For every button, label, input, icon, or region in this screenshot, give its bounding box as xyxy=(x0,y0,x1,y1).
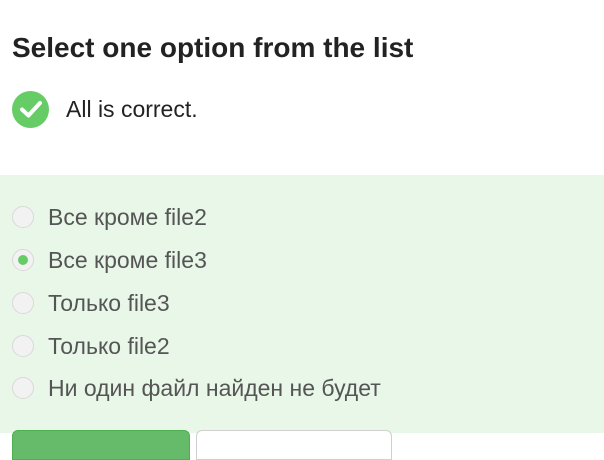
radio-button[interactable] xyxy=(12,249,34,271)
radio-button[interactable] xyxy=(12,335,34,357)
option-label[interactable]: Только file2 xyxy=(48,333,170,360)
options-panel: Все кроме file2 Все кроме file3 Только f… xyxy=(0,175,604,460)
option-item[interactable]: Все кроме file2 xyxy=(0,197,604,237)
option-label[interactable]: Все кроме file2 xyxy=(48,204,207,231)
option-label[interactable]: Только file3 xyxy=(48,290,170,317)
radio-button[interactable] xyxy=(12,292,34,314)
radio-selected-dot xyxy=(18,255,28,265)
option-label[interactable]: Все кроме file3 xyxy=(48,247,207,274)
check-circle-icon xyxy=(12,90,49,128)
option-item[interactable]: Только file3 xyxy=(0,283,604,323)
feedback-status: All is correct. xyxy=(12,90,198,128)
radio-button[interactable] xyxy=(12,206,34,228)
option-item[interactable]: Все кроме file3 xyxy=(0,240,604,280)
option-item[interactable]: Ни один файл найден не будет xyxy=(0,368,604,408)
feedback-text: All is correct. xyxy=(66,95,198,122)
option-label[interactable]: Ни один файл найден не будет xyxy=(48,375,381,402)
page-title: Select one option from the list xyxy=(12,32,414,63)
option-item[interactable]: Только file2 xyxy=(0,326,604,366)
submit-button[interactable] xyxy=(12,430,190,460)
radio-button[interactable] xyxy=(12,377,34,399)
secondary-button[interactable] xyxy=(196,430,392,460)
